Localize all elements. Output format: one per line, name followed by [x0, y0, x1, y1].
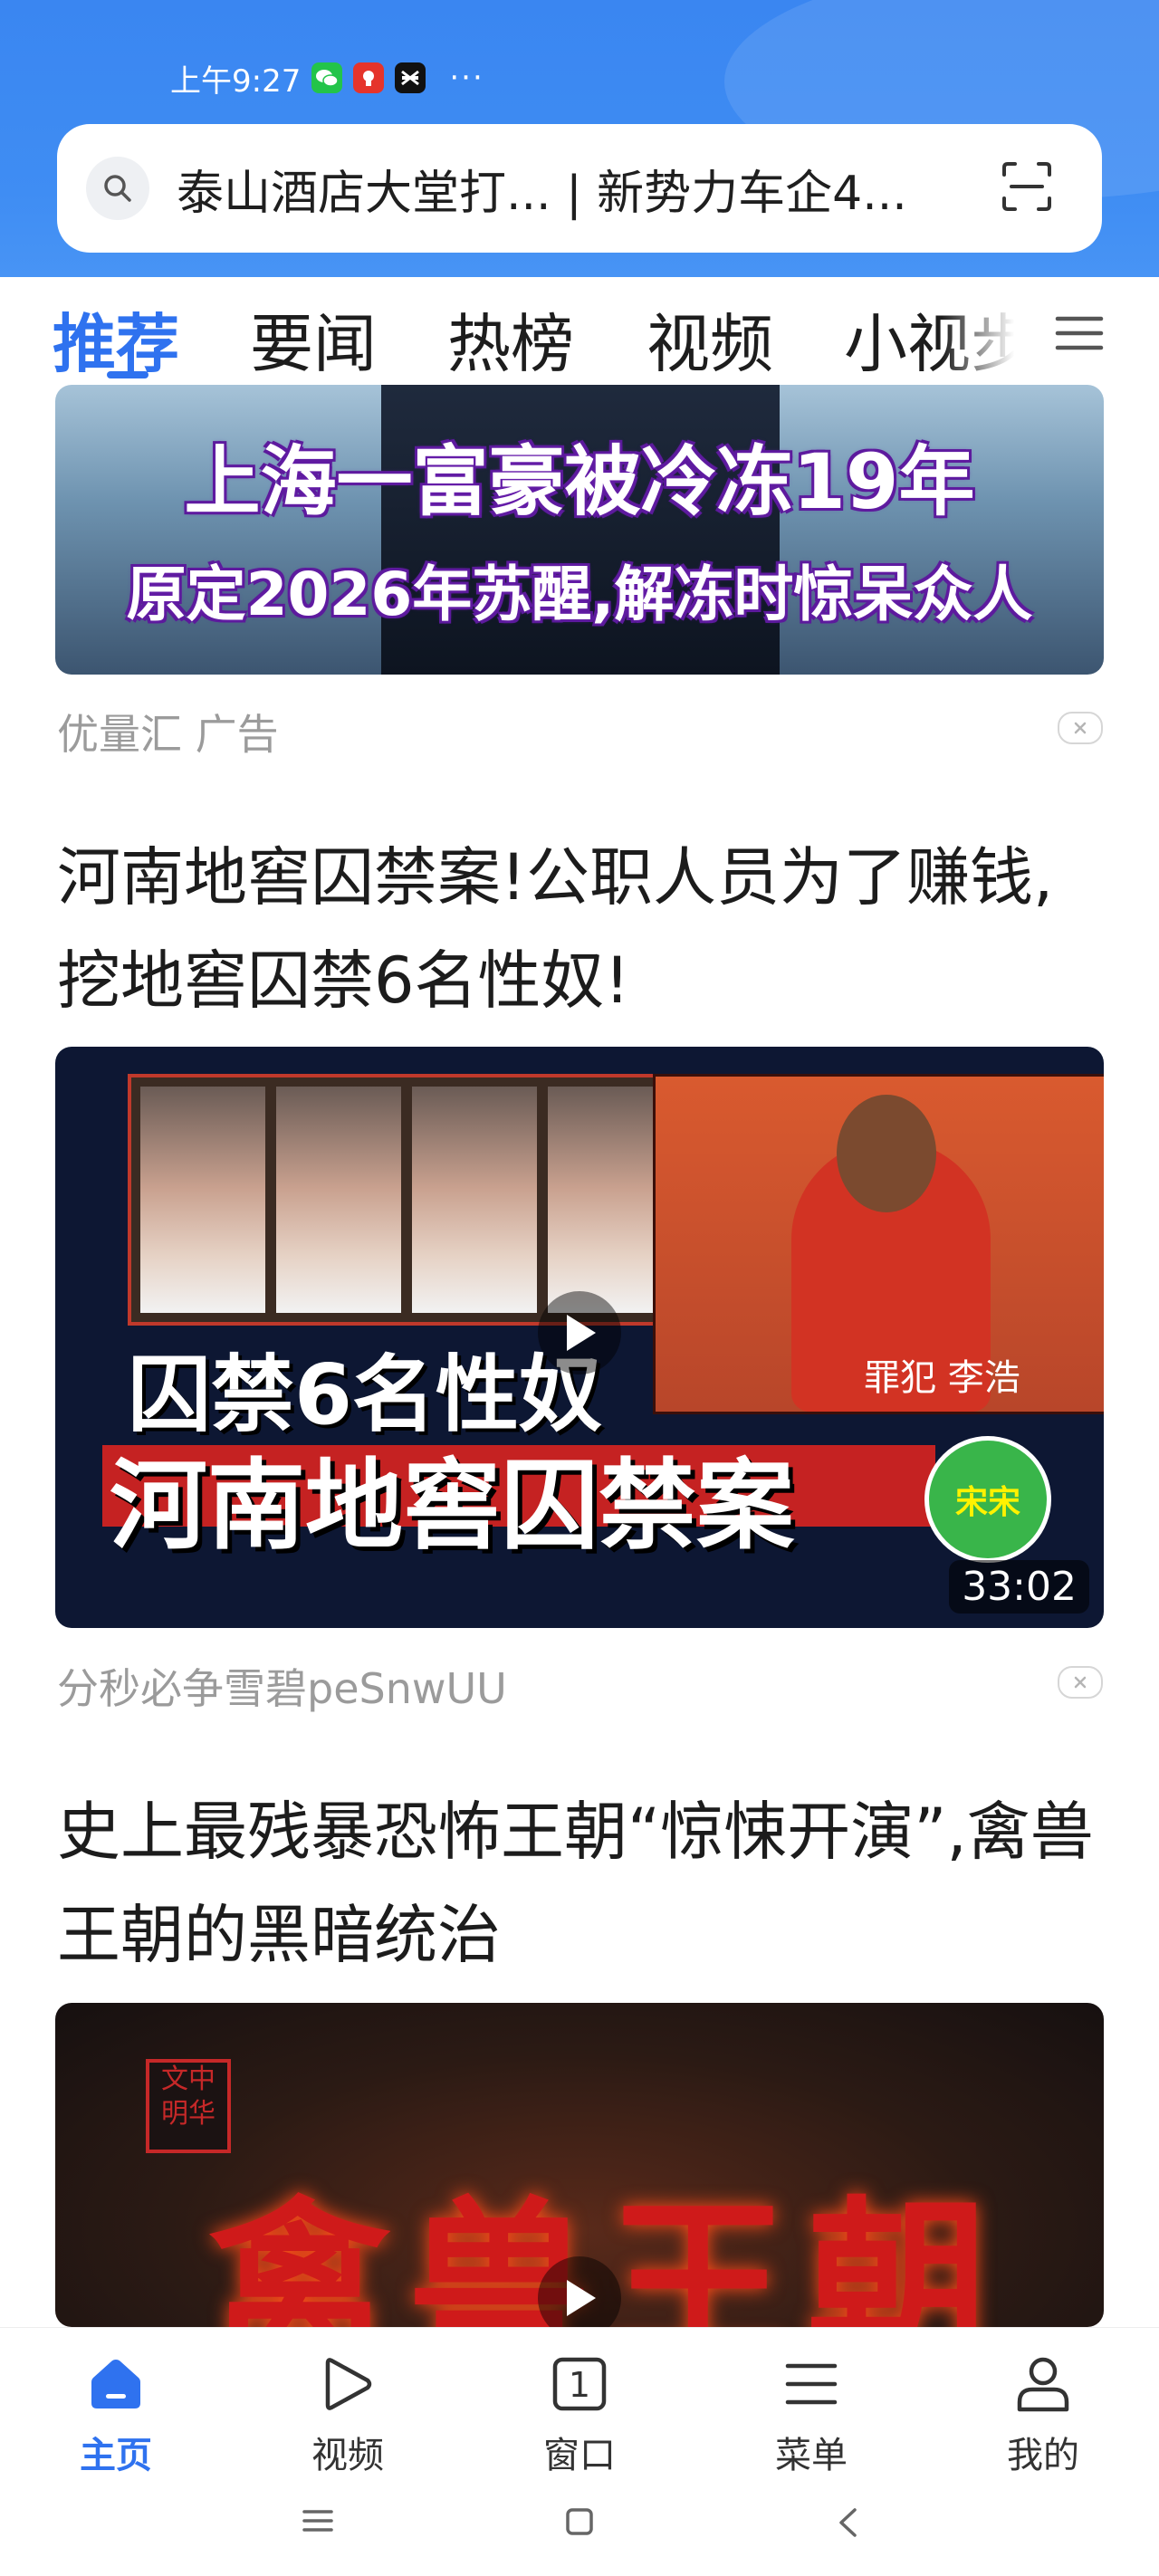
tab-video[interactable]: 视频: [647, 293, 773, 385]
suspect-caption: 罪犯 李浩: [864, 1357, 1020, 1399]
news-app-notification-icon: [353, 62, 385, 93]
active-tab-indicator: [107, 371, 148, 378]
search-bar[interactable]: 泰山酒店大堂打... | 新势力车企4...: [57, 124, 1102, 253]
back-icon[interactable]: [837, 2507, 858, 2542]
nav-home[interactable]: 主页: [43, 2350, 188, 2478]
ad-image-headline: 上海一富豪被冷冻19年: [184, 437, 975, 526]
dismiss-ad-icon[interactable]: [1058, 712, 1103, 744]
home-button-icon[interactable]: [565, 2507, 594, 2540]
system-navigation-bar: [0, 2502, 1159, 2556]
status-bar: 上午9:27 ···: [170, 56, 484, 100]
bottom-navigation: 主页 视频 1 窗口 菜单 我的: [0, 2327, 1159, 2576]
channel-tabs: 推荐 要闻 热榜 视频 小视步: [0, 277, 1159, 384]
tab-news[interactable]: 要闻: [250, 293, 377, 385]
wechat-notification-icon: [311, 62, 343, 93]
nav-menu-label: 菜单: [775, 2435, 848, 2476]
article-video-thumbnail[interactable]: 罪犯 李浩 囚禁6名性奴 河南地窖囚禁案 宋宋 33:02: [55, 1047, 1104, 1628]
article-source[interactable]: 分秒必争雪碧peSnwUU: [57, 1656, 507, 1716]
scan-icon[interactable]: [1001, 160, 1053, 216]
nav-video[interactable]: 视频: [275, 2350, 420, 2478]
capcut-notification-icon: [395, 62, 426, 93]
tab-fade-overlay: [942, 277, 1032, 384]
nav-menu[interactable]: 菜单: [739, 2350, 884, 2478]
thumbnail-suspect-photo: 罪犯 李浩: [653, 1074, 1104, 1414]
nav-windows-label: 窗口: [543, 2435, 616, 2476]
window-count-icon: 1: [507, 2350, 652, 2418]
ad-image-subheadline: 原定2026年苏醒,解冻时惊呆众人: [126, 560, 1033, 629]
window-count: 1: [569, 2365, 590, 2405]
tab-hot-list[interactable]: 热榜: [447, 293, 574, 385]
channel-badge: 宋宋: [924, 1436, 1051, 1563]
home-icon: [43, 2350, 188, 2418]
search-input[interactable]: 泰山酒店大堂打... | 新势力车企4...: [177, 155, 973, 223]
nav-profile[interactable]: 我的: [971, 2350, 1116, 2478]
play-icon: [275, 2350, 420, 2418]
recent-apps-icon[interactable]: [302, 2507, 333, 2538]
search-icon: [86, 157, 149, 220]
thumbnail-photo: [276, 1087, 401, 1313]
article-video-thumbnail[interactable]: 文中明华 禽兽王朝: [55, 2003, 1104, 2327]
menu-icon: [739, 2350, 884, 2418]
ad-image[interactable]: 上海一富豪被冷冻19年 原定2026年苏醒,解冻时惊呆众人: [55, 385, 1104, 675]
thumbnail-photo: [412, 1087, 537, 1313]
status-more-indicator: ···: [449, 60, 484, 96]
nav-profile-label: 我的: [1007, 2435, 1079, 2476]
dismiss-article-icon[interactable]: [1058, 1666, 1103, 1699]
video-duration: 33:02: [949, 1560, 1089, 1614]
nav-video-label: 视频: [311, 2435, 384, 2476]
profile-icon: [971, 2350, 1116, 2418]
play-icon[interactable]: [538, 1291, 621, 1374]
nav-home-label: 主页: [80, 2435, 152, 2476]
ad-source-label: 优量汇 广告: [57, 710, 279, 759]
top-header: 上午9:27 ··· 泰山酒店大堂打... | 新势力车企4...: [0, 0, 1159, 277]
status-time: 上午9:27: [170, 62, 302, 100]
suspect-head: [837, 1095, 936, 1212]
article-headline[interactable]: 史上最残暴恐怖王朝“惊悚开演”,禽兽王朝的黑暗统治: [57, 1780, 1107, 1987]
thumbnail-main-title: 河南地窖囚禁案: [110, 1450, 795, 1563]
thumbnail-photo-strip: [128, 1074, 687, 1326]
thumbnail-photo: [140, 1087, 265, 1313]
nav-windows[interactable]: 1 窗口: [507, 2350, 652, 2478]
channel-menu-icon[interactable]: [1052, 306, 1106, 364]
article-headline[interactable]: 河南地窖囚禁案!公职人员为了赚钱,挖地窖囚禁6名性奴!: [57, 826, 1107, 1032]
